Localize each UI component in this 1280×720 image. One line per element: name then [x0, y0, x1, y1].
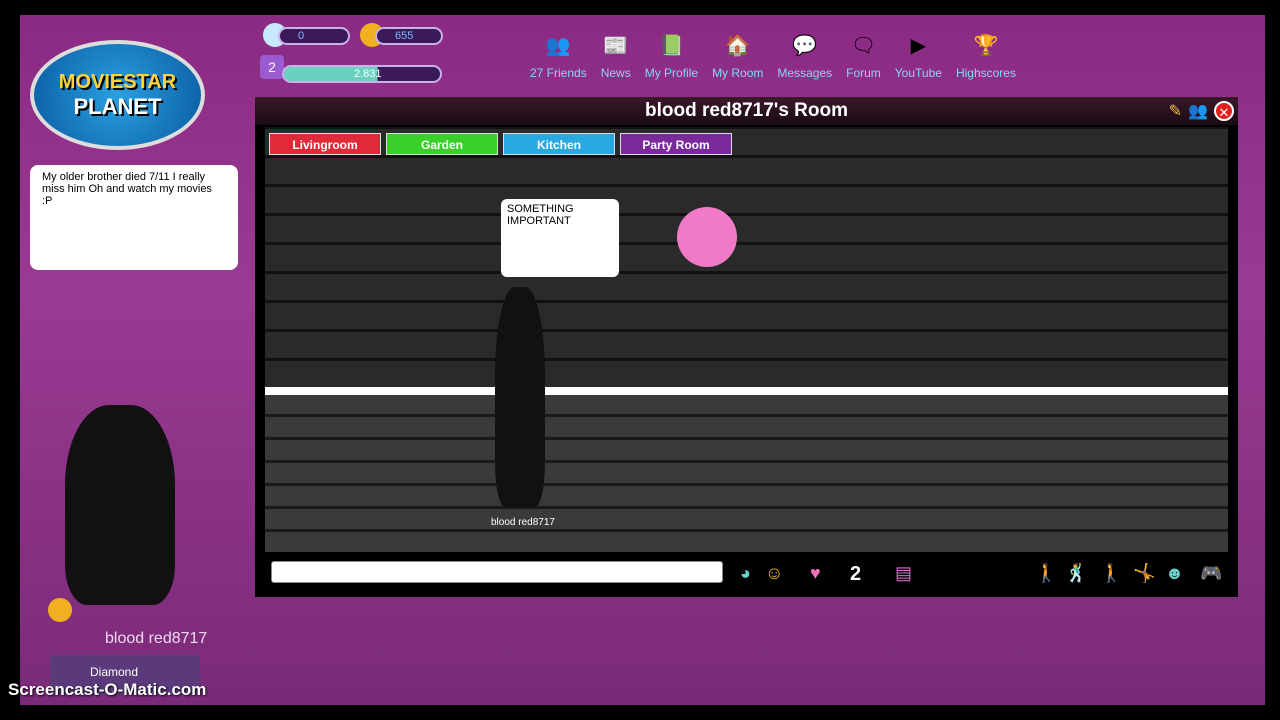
nav-label: YouTube	[894, 66, 942, 80]
nav-label: 27 Friends	[530, 66, 587, 80]
tab-livingroom[interactable]: Livingroom	[269, 133, 381, 155]
level-star-icon: 2	[260, 55, 284, 79]
tab-party-room[interactable]: Party Room	[620, 133, 732, 155]
room-window: blood red8717's Room ✎ 👥 ✕ Livingroom Garde…	[255, 97, 1238, 597]
color-wheel-icon[interactable]: ◕	[740, 563, 751, 584]
nav-highscores[interactable]: 🏆 Highscores	[955, 30, 1016, 81]
nav-my-profile[interactable]: 📗 My Profile	[644, 30, 699, 81]
house-icon: 🏠	[725, 34, 751, 57]
close-icon[interactable]: ✕	[1214, 101, 1234, 121]
room-floor	[265, 387, 1228, 552]
forum-icon: 🗨	[850, 34, 877, 57]
game-controller-icon[interactable]: 🎮	[1200, 563, 1222, 584]
room-avatar[interactable]	[495, 287, 545, 507]
heart-icon[interactable]: ♥	[810, 563, 821, 584]
profile-icon: 📗	[658, 34, 684, 57]
guestbook-icon[interactable]: ▤	[895, 563, 912, 584]
nav-label: Messages	[777, 66, 833, 80]
coin-icon[interactable]	[48, 598, 72, 622]
balloon[interactable]	[677, 207, 737, 267]
messages-icon: 💬	[792, 34, 818, 57]
top-nav: 👥 27 Friends 📰 News 📗 My Profile 🏠 My Room 💬 Mess…	[530, 30, 1030, 81]
add-animation-icon[interactable]: 🤸	[1133, 563, 1155, 584]
moviestarplanet-logo: MOVIESTAR PLANET	[30, 40, 205, 150]
nav-label: My Profile	[644, 66, 699, 80]
nav-my-room[interactable]: 🏠 My Room	[712, 30, 764, 81]
nav-news[interactable]: 📰 News	[600, 30, 631, 81]
logo-text: MOVIESTAR	[58, 70, 177, 93]
dance-icon[interactable]: 🕺	[1065, 563, 1087, 584]
game-stage: MOVIESTAR PLANET 0 655 2 2.831 👥 27 Friend…	[20, 15, 1265, 705]
diamonds-counter: 0	[278, 27, 350, 45]
watermark: Screencast-O-Matic.com	[8, 680, 207, 699]
nav-messages[interactable]: 💬 Messages	[777, 30, 833, 81]
trophy-icon: 🏆	[973, 34, 999, 57]
room-avatar-name: blood red8717	[491, 517, 555, 528]
love-count: 2	[850, 563, 862, 585]
pose-icon[interactable]: 🚶	[1035, 563, 1057, 584]
nav-youtube[interactable]: ▶ YouTube	[894, 30, 942, 81]
status-message: My older brother died 7/11 I really miss…	[42, 171, 212, 207]
room-wall: Livingroom Garden Kitchen Party Room SOMETH…	[265, 127, 1228, 387]
logo-text: PLANET	[73, 93, 162, 119]
news-icon: 📰	[603, 34, 629, 57]
visitors-icon[interactable]: 👥	[1188, 101, 1208, 121]
add-face-icon[interactable]: ☻	[1165, 563, 1184, 584]
nav-label: My Room	[712, 66, 764, 80]
walk-icon[interactable]: 🚶	[1100, 563, 1122, 584]
chat-input[interactable]	[271, 561, 723, 583]
profile-username: blood red8717	[105, 630, 208, 647]
starcoins-counter: 655	[375, 27, 443, 45]
tab-garden[interactable]: Garden	[386, 133, 498, 155]
edit-icon[interactable]: ✎	[1169, 101, 1182, 121]
nav-forum[interactable]: 🗨 Forum	[846, 30, 881, 81]
youtube-icon: ▶	[910, 34, 927, 57]
nav-label: Highscores	[955, 66, 1016, 80]
speech-bubble: SOMETHING IMPORTANT	[501, 199, 619, 277]
status-message-bubble: My older brother died 7/11 I really miss…	[30, 165, 238, 270]
chat-bar: ◕ ☺ ♥ 2 ▤ 🚶 🕺 🚶 🤸 ☻ 🎮	[265, 559, 1228, 589]
tab-kitchen[interactable]: Kitchen	[503, 133, 615, 155]
nav-27-friends[interactable]: 👥 27 Friends	[530, 30, 587, 81]
nav-label: Forum	[846, 66, 881, 80]
fame-bar: 2.831	[282, 65, 442, 83]
friends-icon: 👥	[545, 34, 571, 57]
avatar-large	[65, 405, 175, 605]
smiley-icon[interactable]: ☺	[765, 563, 783, 584]
nav-label: News	[600, 66, 631, 80]
vip-label: Diamond	[90, 665, 139, 679]
room-title: blood red8717's Room	[255, 97, 1238, 125]
